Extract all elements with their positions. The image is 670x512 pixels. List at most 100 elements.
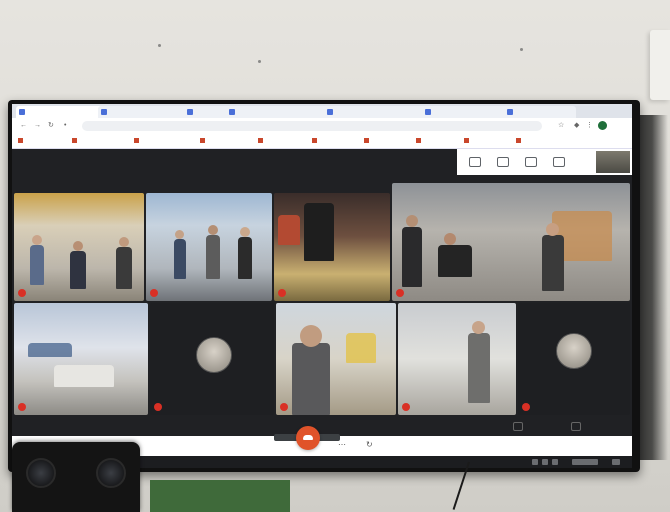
tab-favicon-icon bbox=[507, 109, 513, 115]
person-head bbox=[240, 227, 250, 237]
bookmark-item[interactable] bbox=[464, 136, 471, 146]
person-figure bbox=[468, 333, 490, 403]
browser-tab[interactable] bbox=[324, 106, 432, 118]
browser-tab[interactable] bbox=[98, 106, 194, 118]
notification-icon[interactable] bbox=[612, 459, 620, 465]
person-figure bbox=[542, 235, 564, 291]
person-head bbox=[406, 215, 418, 227]
person-head bbox=[208, 225, 218, 235]
taskbar-clock bbox=[572, 459, 598, 465]
participant-tile[interactable] bbox=[14, 303, 148, 415]
browser-tab[interactable] bbox=[504, 106, 576, 118]
menu-icon[interactable]: ⋮ bbox=[586, 122, 593, 130]
person-figure bbox=[304, 203, 334, 261]
side-control-people[interactable] bbox=[498, 422, 538, 432]
person-figure bbox=[402, 227, 422, 287]
mic-off-icon bbox=[280, 403, 288, 411]
browser-tab[interactable] bbox=[16, 106, 108, 118]
taskbar-icon[interactable] bbox=[542, 459, 548, 465]
bookmark-item[interactable] bbox=[134, 136, 141, 146]
mic-off-icon bbox=[18, 403, 26, 411]
raise-hand-icon[interactable]: ↻ bbox=[366, 440, 373, 450]
mic-off-icon bbox=[150, 289, 158, 297]
camera-lens bbox=[26, 458, 56, 488]
person-figure bbox=[30, 245, 44, 285]
participant-tile[interactable] bbox=[392, 183, 630, 301]
lock-icon: • bbox=[64, 122, 67, 129]
person-figure bbox=[174, 239, 186, 279]
bookmark-item[interactable] bbox=[312, 136, 319, 146]
bookmark-item[interactable] bbox=[416, 136, 423, 146]
info-icon[interactable] bbox=[553, 157, 565, 167]
person-head bbox=[444, 233, 456, 245]
chairs bbox=[28, 343, 72, 357]
mic-off-icon bbox=[278, 289, 286, 297]
participant-tile[interactable] bbox=[14, 193, 144, 301]
wall-mark bbox=[520, 48, 523, 51]
mic-off-icon bbox=[18, 289, 26, 297]
participant-tile[interactable] bbox=[276, 303, 396, 415]
tab-favicon-icon bbox=[187, 109, 193, 115]
chat-icon bbox=[571, 422, 581, 431]
person-head bbox=[472, 321, 485, 334]
extensions-icon[interactable]: ◆ bbox=[574, 122, 579, 130]
profile-avatar[interactable] bbox=[598, 121, 607, 130]
forward-arrow-icon[interactable]: → bbox=[34, 122, 41, 130]
star-icon[interactable]: ☆ bbox=[558, 122, 564, 130]
person-head bbox=[546, 223, 559, 236]
browser-tab-bar bbox=[12, 104, 632, 118]
activities-icon[interactable] bbox=[525, 157, 537, 167]
table bbox=[54, 365, 114, 387]
address-row: ← → ↻ • ☆ ◆ ⋮ bbox=[12, 118, 632, 134]
tab-favicon-icon bbox=[425, 109, 431, 115]
self-view-video bbox=[596, 151, 630, 173]
participant-tile[interactable] bbox=[398, 303, 516, 415]
end-call-button[interactable] bbox=[296, 426, 320, 450]
taskbar-icon[interactable] bbox=[532, 459, 538, 465]
browser-tab[interactable] bbox=[422, 106, 514, 118]
reload-icon[interactable]: ↻ bbox=[48, 122, 54, 130]
bookmark-item[interactable] bbox=[18, 136, 25, 146]
url-bar[interactable] bbox=[82, 121, 542, 131]
mic-off-icon bbox=[402, 403, 410, 411]
people-icon bbox=[513, 422, 523, 431]
mic-off-icon bbox=[154, 403, 162, 411]
back-arrow-icon[interactable]: ← bbox=[20, 122, 27, 130]
bookmark-item[interactable] bbox=[516, 136, 523, 146]
browser-tab[interactable] bbox=[226, 106, 334, 118]
people-icon[interactable] bbox=[469, 157, 481, 167]
webcam-device bbox=[12, 442, 140, 512]
person-figure bbox=[238, 237, 252, 279]
bookmark-item[interactable] bbox=[200, 136, 207, 146]
participant-tile[interactable] bbox=[518, 303, 630, 415]
green-object bbox=[150, 480, 290, 512]
person-head bbox=[175, 230, 184, 239]
person-head bbox=[73, 241, 83, 251]
participant-tile[interactable] bbox=[146, 193, 272, 301]
avatar bbox=[196, 337, 232, 373]
wall-art bbox=[346, 333, 376, 363]
side-control-chat[interactable] bbox=[556, 422, 596, 432]
bookmark-item[interactable] bbox=[364, 136, 371, 146]
more-options-icon[interactable]: ⋯ bbox=[338, 440, 346, 450]
avatar bbox=[556, 333, 592, 369]
participant-tile[interactable] bbox=[150, 303, 274, 415]
mic-off-icon bbox=[396, 289, 404, 297]
wall-mark bbox=[258, 60, 261, 63]
person-figure bbox=[70, 251, 86, 289]
tab-favicon-icon bbox=[229, 109, 235, 115]
person-head bbox=[300, 325, 322, 347]
taskbar-icon[interactable] bbox=[552, 459, 558, 465]
chat-icon[interactable] bbox=[497, 157, 509, 167]
bookmark-item[interactable] bbox=[72, 136, 79, 146]
person-figure bbox=[278, 215, 300, 245]
tab-favicon-icon bbox=[101, 109, 107, 115]
tab-favicon-icon bbox=[327, 109, 333, 115]
bookmark-item[interactable] bbox=[258, 136, 265, 146]
wall-mark bbox=[158, 44, 161, 47]
person-figure bbox=[116, 247, 132, 289]
participant-tile[interactable] bbox=[274, 193, 390, 301]
tab-favicon-icon bbox=[19, 109, 25, 115]
video-call-area: ⋯ ↻ bbox=[12, 149, 632, 456]
person-head bbox=[119, 237, 129, 247]
